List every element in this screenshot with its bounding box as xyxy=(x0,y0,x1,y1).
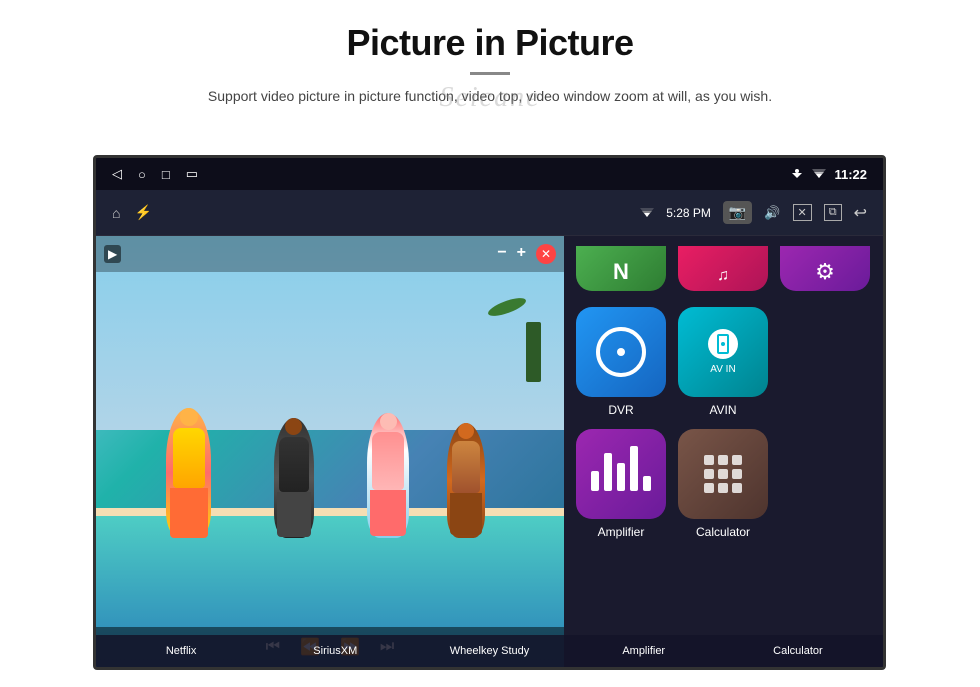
amplifier-label: Amplifier xyxy=(598,525,645,539)
back-nav-icon[interactable]: ◁ xyxy=(112,166,122,182)
pip-close-btn[interactable]: ✕ xyxy=(536,244,556,264)
dvr-icon-box xyxy=(576,307,666,397)
person-3 xyxy=(367,413,409,538)
status-bar: ◁ ○ □ ▭ 11:22 xyxy=(96,158,883,190)
action-bar-right: 5:28 PM 📷 🔊 ✕ ⧉ ↩ xyxy=(640,201,867,224)
bottom-siriusxm-label: SiriusXM xyxy=(258,645,412,657)
app-calculator[interactable]: Calculator xyxy=(678,429,768,539)
wheelkey-icon-partial: ⚙ xyxy=(780,246,870,291)
calc-btn-6 xyxy=(732,469,742,479)
pip-overlay: ▶ − + ✕ xyxy=(96,236,564,272)
calc-btn-3 xyxy=(732,455,742,465)
calculator-icon-box xyxy=(678,429,768,519)
amplifier-icon-box xyxy=(576,429,666,519)
pip-minimize-btn[interactable]: − xyxy=(497,244,506,264)
app-dvr[interactable]: DVR xyxy=(576,307,666,417)
close-icon[interactable]: ✕ xyxy=(793,204,812,221)
location-icon xyxy=(790,169,804,179)
app-amplifier[interactable]: Amplifier xyxy=(576,429,666,539)
dvr-symbol xyxy=(596,327,646,377)
app-area: ▶ − + ✕ ⏮ ⏪ ⏩ ⏭ N xyxy=(96,236,883,667)
siriusxm-icon-partial: ♫ xyxy=(678,246,768,291)
calc-btn-7 xyxy=(704,483,714,493)
person-2 xyxy=(274,418,314,538)
avin-symbol: AV IN xyxy=(708,329,738,375)
device-frame: ◁ ○ □ ▭ 11:22 ⌂ ⚡ xyxy=(93,155,886,670)
page-title: Picture in Picture xyxy=(0,22,980,64)
calc-btn-1 xyxy=(704,455,714,465)
page-subtitle: Support video picture in picture functio… xyxy=(140,85,840,107)
bottom-amplifier-label: Amplifier xyxy=(567,645,721,657)
dvr-inner-dot xyxy=(617,348,625,356)
dvr-label: DVR xyxy=(608,403,633,417)
calc-btn-2 xyxy=(718,455,728,465)
action-time: 5:28 PM xyxy=(666,206,711,220)
nav-buttons: ◁ ○ □ ▭ xyxy=(112,166,198,182)
bottom-calculator-label: Calculator xyxy=(721,645,875,657)
bottom-netflix-label: Netflix xyxy=(104,645,258,657)
screenshot-nav-icon[interactable]: ▭ xyxy=(186,166,198,182)
usb-icon[interactable]: ⚡ xyxy=(134,204,151,221)
avin-icon-box: AV IN xyxy=(678,307,768,397)
wifi-action-icon xyxy=(640,208,654,218)
calc-btn-9 xyxy=(732,483,742,493)
action-bar: ⌂ ⚡ 5:28 PM 📷 🔊 ✕ ⧉ ↩ xyxy=(96,190,883,236)
calculator-label: Calculator xyxy=(696,525,750,539)
pip-video-icon: ▶ xyxy=(104,245,121,263)
person-4 xyxy=(447,423,485,538)
wifi-status-icon xyxy=(812,169,826,179)
status-bar-right: 11:22 xyxy=(790,167,867,182)
pip-video-area: ▶ − + ✕ ⏮ ⏪ ⏩ ⏭ xyxy=(96,236,564,667)
calc-btn-4 xyxy=(704,469,714,479)
title-divider xyxy=(470,72,510,75)
back-icon[interactable]: ↩ xyxy=(854,203,867,223)
home-icon[interactable]: ⌂ xyxy=(112,205,120,221)
app-wheelkey-partial[interactable]: ⚙ xyxy=(780,246,870,291)
app-row-partial: N ♫ ⚙ xyxy=(576,246,871,291)
status-time: 11:22 xyxy=(834,167,867,182)
person-1 xyxy=(166,408,211,538)
app-avin[interactable]: AV IN AVIN xyxy=(678,307,768,417)
app-row-2: DVR AV IN AVIN xyxy=(576,307,871,417)
calc-btn-5 xyxy=(718,469,728,479)
app-row-3: Amplifier xyxy=(576,429,871,539)
action-bar-left: ⌂ ⚡ xyxy=(112,204,152,221)
app-siriusxm-partial[interactable]: ♫ xyxy=(678,246,768,291)
tree xyxy=(526,322,541,382)
amp-bars xyxy=(585,449,657,499)
video-content xyxy=(96,236,564,667)
calculator-grid xyxy=(696,447,750,501)
pip-expand-btn[interactable]: + xyxy=(517,244,526,264)
bottom-wheelkey-label: Wheelkey Study xyxy=(412,645,566,657)
pip-icon[interactable]: ⧉ xyxy=(824,204,842,221)
recents-nav-icon[interactable]: □ xyxy=(162,167,170,182)
camera-icon[interactable]: 📷 xyxy=(723,201,752,224)
bottom-labels-bar: Netflix SiriusXM Wheelkey Study Amplifie… xyxy=(96,635,883,667)
page-header: Picture in Picture Support video picture… xyxy=(0,0,980,107)
volume-icon[interactable]: 🔊 xyxy=(764,205,780,221)
pip-controls[interactable]: − + ✕ xyxy=(497,244,556,264)
home-nav-icon[interactable]: ○ xyxy=(138,167,146,182)
app-netflix-partial[interactable]: N xyxy=(576,246,666,291)
netflix-icon-partial: N xyxy=(576,246,666,291)
app-grid: N ♫ ⚙ xyxy=(564,236,883,667)
avin-label: AVIN xyxy=(709,403,736,417)
calc-btn-8 xyxy=(718,483,728,493)
